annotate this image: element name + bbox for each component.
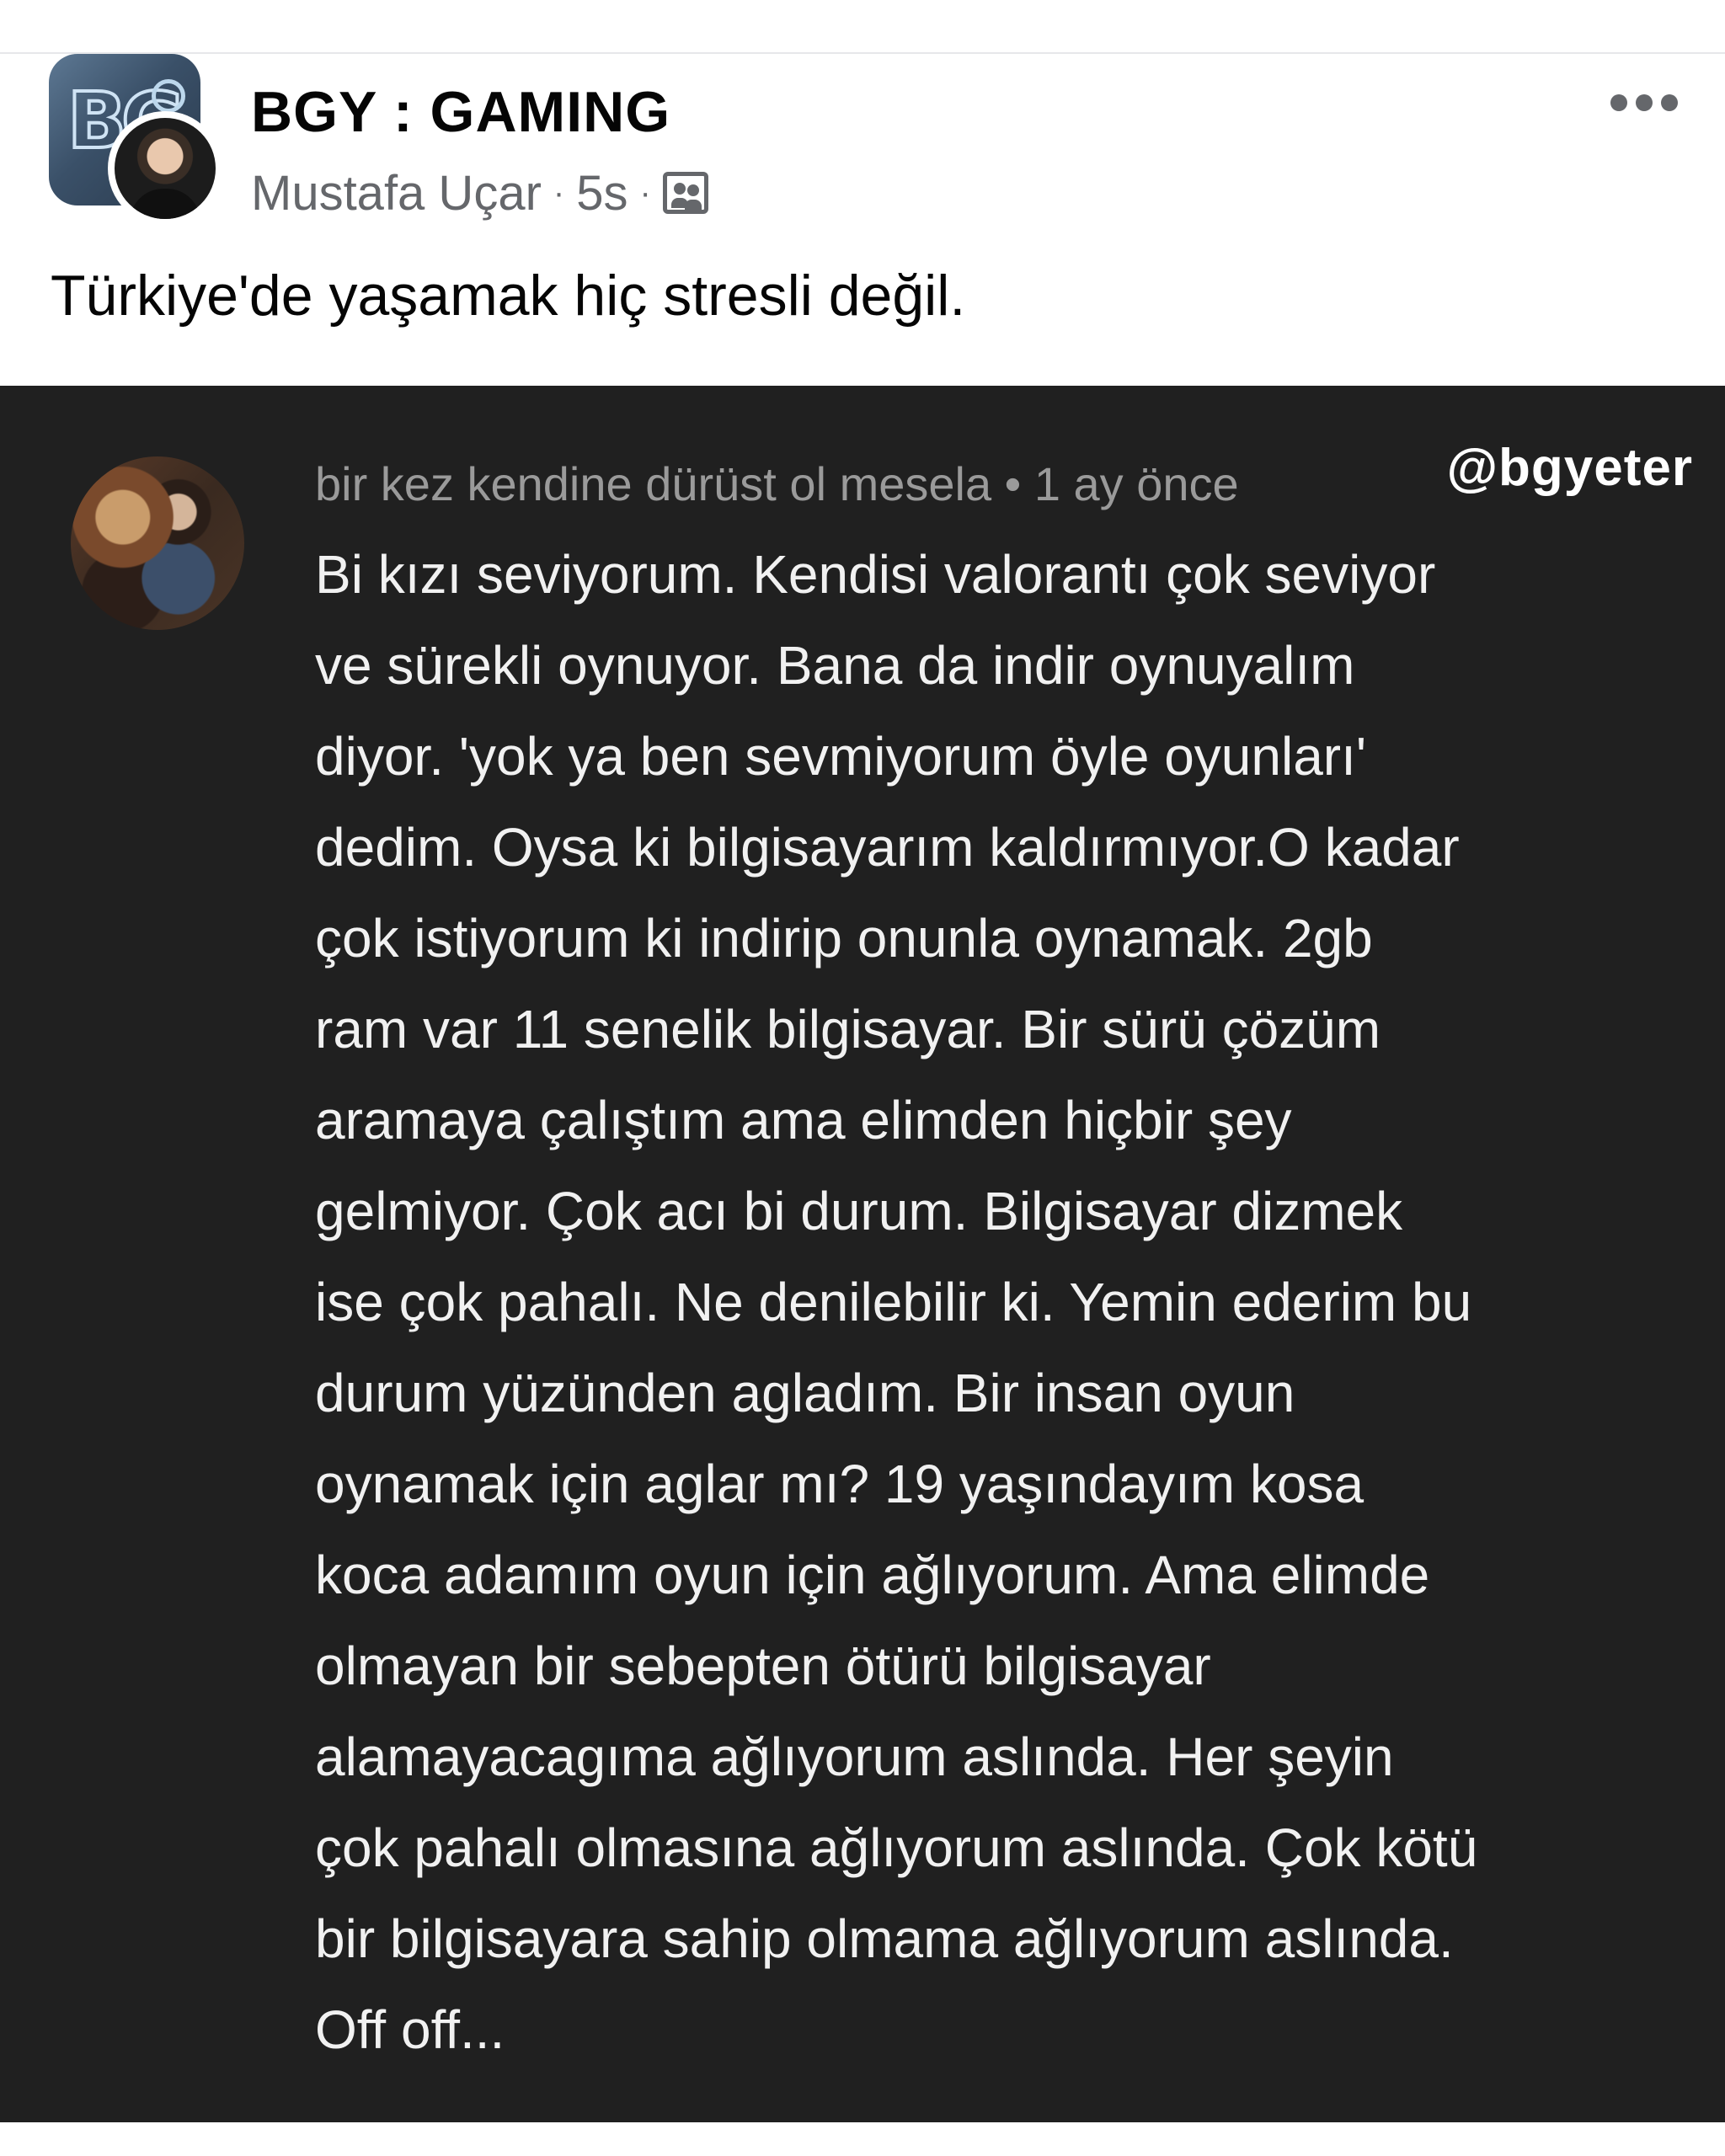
- comment-line: çok pahalı olmasına ağlıyorum aslında. Ç…: [315, 1817, 1478, 1878]
- comment-line: gelmiyor. Çok acı bi durum. Bilgisayar d…: [315, 1181, 1403, 1241]
- comment-line: Off off...: [315, 1999, 505, 2060]
- post-header: BG BGY : GAMING Mustafa Uçar · 5s ·: [0, 54, 1725, 226]
- comment-meta: bir kez kendine dürüst ol mesela • 1 ay …: [315, 457, 1239, 510]
- group-name-link[interactable]: BGY : GAMING: [251, 79, 670, 145]
- cable-icon: [152, 79, 185, 113]
- watermark: @bgyeter: [1446, 439, 1693, 497]
- comment-line: alamayacagıma ağlıyorum aslında. Her şey…: [315, 1726, 1394, 1787]
- attached-screenshot[interactable]: bir kez kendine dürüst ol mesela • 1 ay …: [0, 386, 1725, 2122]
- comment-line: oynamak için aglar mı? 19 yaşındayım kos…: [315, 1454, 1365, 1514]
- meta-separator: ·: [553, 173, 565, 211]
- profile-photo: [115, 118, 216, 219]
- comment-line: aramaya çalıştım ama elimden hiçbir şey: [315, 1090, 1292, 1150]
- bottom-strip: [0, 2122, 1725, 2156]
- comment-line: ve sürekli oynuyor. Bana da indir oynuya…: [315, 635, 1355, 696]
- author-name-link[interactable]: Mustafa Uçar: [251, 165, 542, 221]
- post-meta: Mustafa Uçar · 5s ·: [251, 163, 708, 222]
- comment-line: çok istiyorum ki indirip onunla oynamak.…: [315, 908, 1373, 969]
- comment-line: ise çok pahalı. Ne denilebilir ki. Yemin…: [315, 1272, 1472, 1332]
- comment-time: 1 ay önce: [1033, 457, 1239, 510]
- comment-line: dedim. Oysa ki bilgisayarım kaldırmıyor.…: [315, 817, 1460, 878]
- post-timestamp[interactable]: 5s: [576, 165, 628, 221]
- post-text: Türkiye'de yaşamak hiç stresli değil.: [51, 264, 966, 328]
- meta-separator: ·: [639, 173, 651, 211]
- author-avatar[interactable]: [108, 111, 222, 226]
- comment-line: olmayan bir sebepten ötürü bilgisayar: [315, 1636, 1211, 1696]
- comment-line: koca adamım oyun için ağlıyorum. Ama eli…: [315, 1545, 1430, 1605]
- commenter-name: bir kez kendine dürüst ol mesela: [315, 457, 992, 510]
- comment-text: Bi kızı seviyorum. Kendisi valorantı çok…: [315, 529, 1696, 2075]
- comment-line: Bi kızı seviyorum. Kendisi valorantı çok…: [315, 544, 1436, 605]
- comment-line: ram var 11 senelik bilgisayar. Bir sürü …: [315, 999, 1381, 1059]
- commenter-avatar: [71, 456, 244, 630]
- more-options-icon[interactable]: [1610, 86, 1678, 120]
- facebook-post: BG BGY : GAMING Mustafa Uçar · 5s · Türk…: [0, 0, 1725, 2156]
- group-icon: [662, 172, 708, 214]
- comment-line: bir bilgisayara sahip olmama ağlıyorum a…: [315, 1908, 1454, 1969]
- comment-line: diyor. 'yok ya ben sevmiyorum öyle oyunl…: [315, 726, 1367, 787]
- comment-line: durum yüzünden agladım. Bir insan oyun: [315, 1363, 1295, 1423]
